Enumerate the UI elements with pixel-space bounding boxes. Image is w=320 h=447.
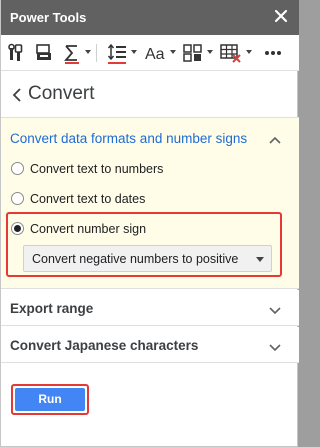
dropdown-arrow-icon bbox=[256, 257, 264, 262]
radio-button[interactable] bbox=[11, 192, 24, 205]
svg-text:Aa: Aa bbox=[145, 46, 165, 63]
power-tools-panel: Power Tools Aa Convert Convert data form… bbox=[0, 0, 299, 447]
tools-icon[interactable] bbox=[8, 42, 28, 64]
number-sign-select[interactable]: Convert negative numbers to positive bbox=[23, 245, 272, 272]
back-arrow-icon[interactable] bbox=[11, 87, 23, 108]
run-button[interactable]: Run bbox=[15, 388, 85, 411]
table-delete-icon[interactable] bbox=[220, 42, 242, 64]
table-dropdown-icon[interactable] bbox=[246, 50, 252, 54]
page-header: Convert bbox=[1, 72, 299, 118]
select-value: Convert negative numbers to positive bbox=[32, 252, 239, 266]
chevron-down-icon[interactable] bbox=[269, 303, 281, 321]
export-range-section[interactable]: Export range bbox=[1, 290, 299, 326]
run-highlight-box: Run bbox=[11, 384, 89, 415]
section-title-convert-formats[interactable]: Convert data formats and number signs bbox=[10, 131, 247, 146]
section-title-japanese[interactable]: Convert Japanese characters bbox=[10, 338, 198, 353]
japanese-characters-section[interactable]: Convert Japanese characters bbox=[1, 327, 299, 363]
text-case-dropdown-icon[interactable] bbox=[170, 50, 176, 54]
page-title: Convert bbox=[28, 83, 95, 104]
title-bar: Power Tools bbox=[1, 0, 299, 35]
chevron-up-icon[interactable] bbox=[269, 132, 281, 150]
toolbar-divider bbox=[96, 44, 97, 62]
chevron-down-icon[interactable] bbox=[269, 340, 281, 358]
merge-dropdown-icon[interactable] bbox=[207, 50, 213, 54]
line-spacing-icon[interactable] bbox=[107, 42, 127, 64]
radio-label: Convert text to dates bbox=[30, 192, 146, 206]
merge-icon[interactable] bbox=[183, 42, 203, 64]
close-icon[interactable] bbox=[272, 7, 290, 25]
convert-formats-section: Convert data formats and number signs Co… bbox=[1, 118, 299, 289]
radio-button-selected[interactable] bbox=[11, 222, 24, 235]
toolbar: Aa bbox=[1, 35, 299, 71]
sum-dropdown-icon[interactable] bbox=[85, 50, 91, 54]
text-case-icon[interactable]: Aa bbox=[145, 42, 169, 64]
line-spacing-dropdown-icon[interactable] bbox=[131, 50, 137, 54]
radio-button[interactable] bbox=[11, 162, 24, 175]
more-icon[interactable] bbox=[263, 42, 283, 64]
trash-clear-icon[interactable] bbox=[34, 42, 54, 64]
section-title-export-range[interactable]: Export range bbox=[10, 301, 93, 316]
sum-icon[interactable] bbox=[64, 42, 80, 64]
radio-label: Convert text to numbers bbox=[30, 162, 164, 176]
radio-label: Convert number sign bbox=[30, 222, 147, 236]
window-title: Power Tools bbox=[10, 10, 87, 25]
